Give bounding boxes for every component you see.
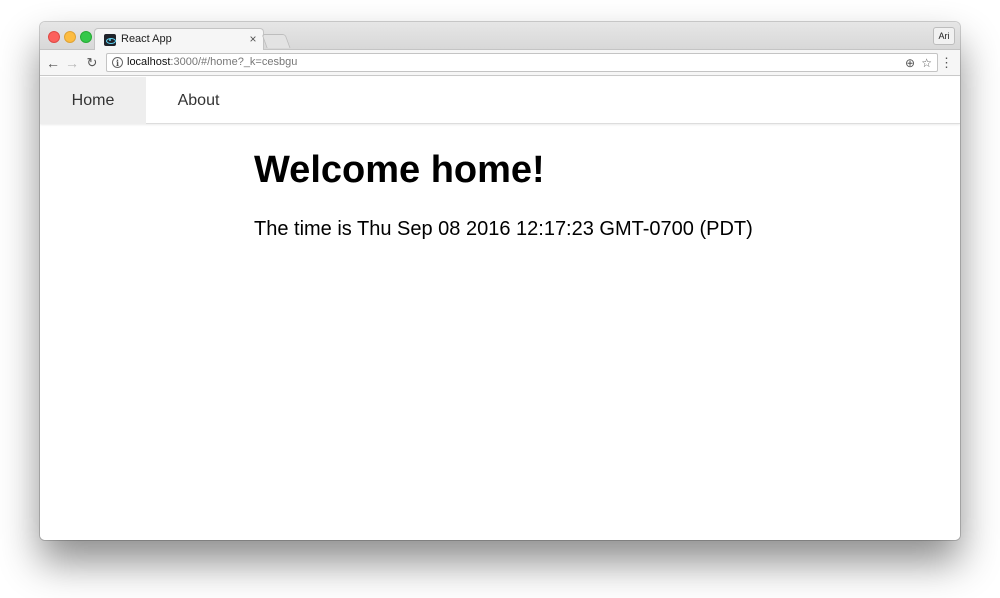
browser-tab[interactable]: React App × bbox=[94, 28, 264, 51]
app-navbar: Home About bbox=[40, 77, 960, 124]
zoom-icon[interactable]: ⊕ bbox=[905, 55, 915, 71]
tab-close-icon[interactable]: × bbox=[247, 32, 259, 46]
minimize-window-button[interactable] bbox=[64, 31, 76, 43]
url-host: localhost bbox=[127, 56, 171, 68]
current-time-text: The time is Thu Sep 08 2016 12:17:23 GMT… bbox=[254, 218, 753, 240]
address-bar[interactable]: i localhost:3000/#/home?_k=cesbgu ⊕ ☆ bbox=[106, 53, 938, 72]
tab-title: React App bbox=[121, 33, 172, 45]
url-path: :3000/#/home?_k=cesbgu bbox=[170, 56, 298, 68]
title-bar: React App × Ari bbox=[40, 22, 960, 51]
forward-arrow-icon[interactable]: → bbox=[64, 54, 80, 72]
nav-link-about[interactable]: About bbox=[146, 77, 251, 124]
info-icon[interactable]: i bbox=[112, 57, 123, 68]
close-window-button[interactable] bbox=[48, 31, 60, 43]
page-title: Welcome home! bbox=[254, 149, 545, 191]
browser-menu-icon[interactable]: ⋮ bbox=[940, 54, 953, 72]
new-tab-button[interactable] bbox=[261, 34, 291, 48]
reload-icon[interactable]: ↻ bbox=[84, 54, 100, 72]
url-text[interactable]: localhost:3000/#/home?_k=cesbgu bbox=[127, 56, 297, 68]
zoom-window-button[interactable] bbox=[80, 31, 92, 43]
nav-link-home[interactable]: Home bbox=[40, 77, 146, 124]
page-content: Home About Welcome home! The time is Thu… bbox=[40, 77, 960, 540]
bookmark-star-icon[interactable]: ☆ bbox=[921, 55, 932, 71]
back-arrow-icon[interactable]: ← bbox=[45, 54, 61, 72]
react-logo-icon bbox=[104, 34, 116, 46]
browser-toolbar: ← → ↻ i localhost:3000/#/home?_k=cesbgu … bbox=[40, 50, 960, 76]
browser-window: React App × Ari ← → ↻ i localhost:3000/#… bbox=[40, 22, 960, 540]
profile-button[interactable]: Ari bbox=[933, 27, 955, 45]
